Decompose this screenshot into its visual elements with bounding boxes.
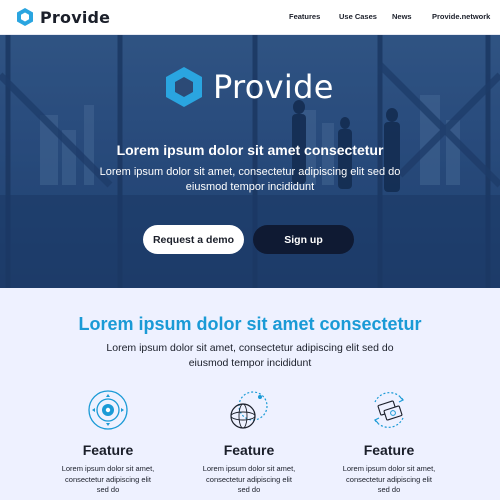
feature-description: Lorem ipsum dolor sit amet, consectetur … [202,464,296,494]
feature-title: Feature [223,442,275,458]
nav-use-cases[interactable]: Use Cases [339,12,377,21]
sphere-orbit-icon [230,391,268,429]
hero-subtitle: Lorem ipsum dolor sit amet, consectetur … [99,166,401,193]
feature-title: Feature [363,442,415,458]
top-navbar: Provide Features Use Cases News Provide.… [0,0,500,35]
section-subtitle: Lorem ipsum dolor sit amet, consectetur … [106,342,394,369]
nav-provide-network[interactable]: Provide.network [432,12,490,21]
feature-card: Feature Lorem ipsum dolor sit amet, cons… [329,388,449,496]
feature-description: Lorem ipsum dolor sit amet, consectetur … [342,464,436,494]
nav-features[interactable]: Features [289,12,320,21]
hero-logo: Provide [165,67,334,107]
request-demo-button[interactable]: Request a demo [143,225,244,254]
section-title: Lorem ipsum dolor sit amet consectetur [78,314,422,334]
money-exchange-icon [373,392,405,428]
feature-title: Feature [82,442,134,458]
hexagon-logo-icon [166,67,202,107]
target-icon [88,390,128,430]
feature-card: Feature Lorem ipsum dolor sit amet, cons… [48,388,168,496]
feature-description: Lorem ipsum dolor sit amet, consectetur … [61,464,155,494]
feature-card: Feature Lorem ipsum dolor sit amet, cons… [189,388,309,496]
hero-logo-text: Provide [213,68,334,106]
hero-section: Provide Lorem ipsum dolor sit amet conse… [0,35,500,288]
nav-news[interactable]: News [392,12,412,21]
main-nav: Features Use Cases News Provide.network [0,0,500,35]
hero-title: Lorem ipsum dolor sit amet consectetur [116,142,384,158]
sign-up-button[interactable]: Sign up [253,225,354,254]
